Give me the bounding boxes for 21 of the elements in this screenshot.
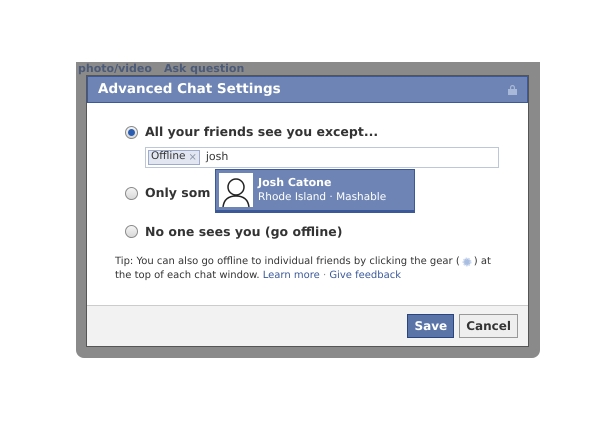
tip-text: Tip: You can also go offline to individual friends by clicking the gear ( ) at the top of each chat window. Learn more · Give feedback [115, 255, 492, 284]
suggestion-detail: Rhode Island · Mashable [258, 190, 386, 205]
learn-more-link[interactable]: Learn more [262, 270, 320, 282]
suggestion-item[interactable]: Josh Catone Rhode Island · Mashable [215, 169, 415, 213]
radio-button[interactable] [125, 126, 138, 139]
option-label: Only som [145, 184, 210, 202]
give-feedback-link[interactable]: Give feedback [329, 270, 402, 282]
radio-button[interactable] [125, 225, 138, 238]
dialog-title: Advanced Chat Settings [98, 80, 281, 100]
token-field[interactable]: Offline × josh [145, 146, 499, 168]
radio-button[interactable] [125, 186, 138, 200]
avatar-icon [219, 173, 253, 207]
option-label: All your friends see you except... [145, 123, 378, 141]
lock-icon [508, 84, 517, 95]
option-label: No one sees you (go offline) [145, 222, 342, 241]
save-button[interactable]: Save [407, 314, 454, 338]
field-value: josh [206, 149, 228, 165]
token-label: Offline [151, 149, 186, 164]
gear-icon [462, 256, 472, 267]
cancel-button[interactable]: Cancel [459, 314, 518, 338]
suggestion-name: Josh Catone [258, 175, 332, 190]
